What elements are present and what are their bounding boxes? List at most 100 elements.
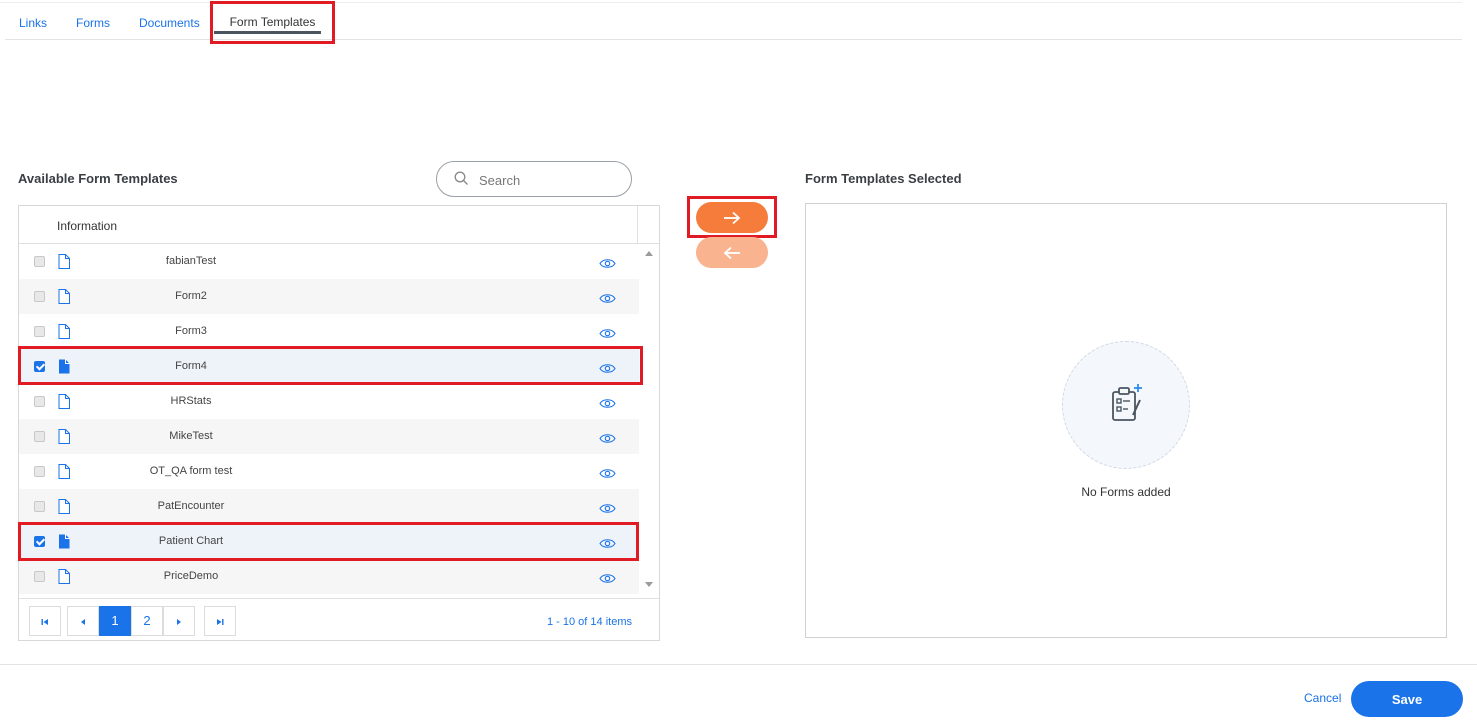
- prev-page-button[interactable]: [67, 606, 99, 636]
- preview-button[interactable]: [599, 466, 616, 484]
- row-name: MikeTest: [169, 430, 213, 442]
- preview-button[interactable]: [599, 326, 616, 344]
- document-icon-wrap: [58, 534, 70, 554]
- document-icon-wrap: [58, 464, 70, 484]
- table-row[interactable]: Form4: [19, 349, 639, 384]
- preview-button[interactable]: [599, 361, 616, 379]
- header-divider: [637, 206, 638, 243]
- tab-bar: Links Forms Documents Form Templates: [5, 4, 1462, 40]
- preview-button[interactable]: [599, 431, 616, 449]
- clipboard-add-icon: [1112, 384, 1142, 421]
- table-row[interactable]: OT_QA form test: [19, 454, 639, 489]
- document-icon: [58, 569, 70, 584]
- row-checkbox[interactable]: [34, 326, 45, 337]
- last-page-icon: [217, 618, 224, 625]
- tab-forms[interactable]: Forms: [76, 4, 110, 39]
- document-icon: [58, 324, 70, 339]
- document-icon-wrap: [58, 324, 70, 344]
- preview-button[interactable]: [599, 291, 616, 309]
- row-checkbox[interactable]: [34, 466, 45, 477]
- preview-button[interactable]: [599, 501, 616, 519]
- row-checkbox[interactable]: [34, 291, 45, 302]
- first-page-icon: [41, 618, 48, 625]
- row-checkbox[interactable]: [34, 361, 45, 372]
- eye-icon[interactable]: [599, 468, 616, 479]
- pager: 1 2 1 - 10 of 14 items: [19, 598, 659, 639]
- row-checkbox[interactable]: [34, 571, 45, 582]
- document-icon: [59, 359, 70, 374]
- row-name: PatEncounter: [157, 500, 225, 512]
- document-icon: [58, 464, 70, 479]
- document-icon: [58, 394, 70, 409]
- document-icon: [59, 534, 70, 549]
- empty-state-circle: [1062, 341, 1190, 469]
- row-checkbox[interactable]: [34, 536, 45, 547]
- row-checkbox[interactable]: [34, 501, 45, 512]
- document-icon-wrap: [58, 254, 70, 274]
- eye-icon[interactable]: [599, 293, 616, 304]
- active-tab-indicator: [214, 31, 321, 34]
- table-row[interactable]: Patient Chart: [19, 524, 639, 559]
- move-left-button[interactable]: [696, 237, 768, 268]
- page-button-2[interactable]: 2: [131, 606, 163, 636]
- document-icon-wrap: [58, 394, 70, 414]
- row-name: OT_QA form test: [149, 465, 233, 477]
- row-name: Form3: [175, 325, 207, 337]
- preview-button[interactable]: [599, 396, 616, 414]
- table-row[interactable]: PriceDemo: [19, 559, 639, 594]
- preview-button[interactable]: [599, 256, 616, 274]
- column-header-information[interactable]: Information: [57, 219, 117, 233]
- row-checkbox[interactable]: [34, 431, 45, 442]
- save-button[interactable]: Save: [1351, 681, 1463, 717]
- preview-button[interactable]: [599, 571, 616, 589]
- arrow-right-icon: [724, 211, 741, 225]
- row-name: HRStats: [170, 395, 212, 407]
- row-name: Form2: [175, 290, 207, 302]
- eye-icon[interactable]: [599, 538, 616, 549]
- tab-links[interactable]: Links: [19, 4, 47, 39]
- eye-icon[interactable]: [599, 573, 616, 584]
- table-row[interactable]: HRStats: [19, 384, 639, 419]
- document-icon: [58, 429, 70, 444]
- row-checkbox[interactable]: [34, 396, 45, 407]
- document-icon: [58, 289, 70, 304]
- next-page-icon: [177, 618, 181, 625]
- document-icon: [58, 499, 70, 514]
- top-divider: [0, 2, 1462, 3]
- scroll-up-arrow-icon[interactable]: [645, 251, 653, 256]
- grid-header: Information: [19, 206, 659, 244]
- eye-icon[interactable]: [599, 363, 616, 374]
- pager-info: 1 - 10 of 14 items: [547, 616, 632, 628]
- table-row[interactable]: MikeTest: [19, 419, 639, 454]
- scroll-down-arrow-icon[interactable]: [645, 582, 653, 587]
- eye-icon[interactable]: [599, 398, 616, 409]
- row-checkbox[interactable]: [34, 256, 45, 267]
- row-name: Patient Chart: [158, 535, 224, 547]
- table-row[interactable]: PatEncounter: [19, 489, 639, 524]
- document-icon-wrap: [58, 429, 70, 449]
- page-button-1[interactable]: 1: [99, 606, 131, 636]
- row-name: Form4: [175, 360, 207, 372]
- preview-button[interactable]: [599, 536, 616, 554]
- eye-icon[interactable]: [599, 433, 616, 444]
- tab-documents[interactable]: Documents: [139, 4, 200, 39]
- table-row[interactable]: Form3: [19, 314, 639, 349]
- footer-divider: [0, 664, 1477, 665]
- cancel-button[interactable]: Cancel: [1304, 691, 1341, 705]
- eye-icon[interactable]: [599, 328, 616, 339]
- move-right-button[interactable]: [696, 202, 768, 233]
- eye-icon[interactable]: [599, 503, 616, 514]
- arrow-left-icon: [723, 246, 740, 260]
- table-row[interactable]: Form2: [19, 279, 639, 314]
- eye-icon[interactable]: [599, 258, 616, 269]
- search-input[interactable]: [477, 170, 621, 190]
- document-icon-wrap: [58, 289, 70, 309]
- next-page-button[interactable]: [163, 606, 195, 636]
- grid-scrollbar[interactable]: [639, 244, 657, 594]
- first-page-button[interactable]: [29, 606, 61, 636]
- search-icon: [454, 171, 468, 185]
- row-name: PriceDemo: [163, 570, 219, 582]
- last-page-button[interactable]: [204, 606, 236, 636]
- table-row[interactable]: fabianTest: [19, 244, 639, 279]
- search-box[interactable]: [436, 161, 632, 197]
